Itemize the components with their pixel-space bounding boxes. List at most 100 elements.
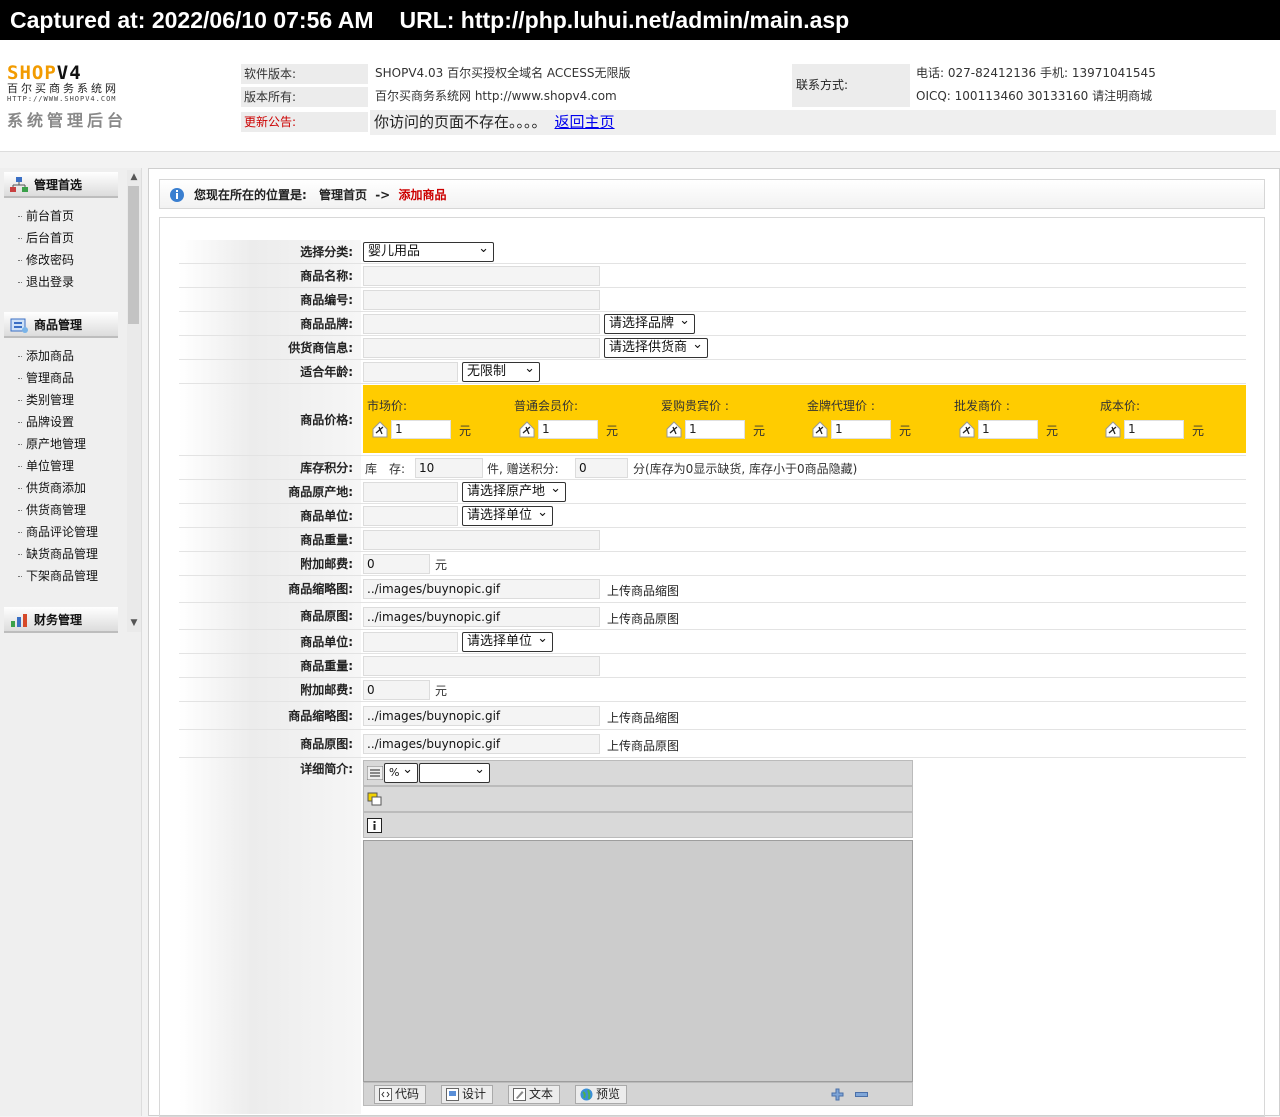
editor-tab-preview[interactable]: 预览 xyxy=(575,1085,628,1104)
editor-content-area[interactable] xyxy=(363,840,913,1082)
brand-input[interactable] xyxy=(363,314,600,334)
scroll-thumb[interactable] xyxy=(128,186,139,324)
menu-item-add-product[interactable]: 添加商品 xyxy=(18,348,74,364)
postage-input-2[interactable]: 0 xyxy=(363,680,430,700)
editor-tab-text[interactable]: 文本 xyxy=(508,1085,561,1104)
unit-select[interactable]: 请选择单位 xyxy=(462,504,553,526)
menu-item-manage-suppliers[interactable]: 供货商管理 xyxy=(18,502,86,518)
menu-item-brands[interactable]: 品牌设置 xyxy=(18,414,74,430)
row-age: 适合年龄: 无限制 xyxy=(179,360,1246,384)
unit-select-2[interactable]: 请选择单位 xyxy=(462,630,553,652)
origin-input[interactable] xyxy=(363,482,458,502)
menu-item-out-of-stock[interactable]: 缺货商品管理 xyxy=(18,546,98,562)
price-cost-input[interactable]: 1 xyxy=(1124,420,1184,439)
price-tag-icon xyxy=(812,421,828,438)
thumbnail-path-input-2[interactable]: ../images/buynopic.gif xyxy=(363,706,600,726)
info-icon[interactable] xyxy=(367,818,382,833)
stock-input[interactable]: 10 xyxy=(415,458,483,478)
age-input[interactable] xyxy=(363,362,458,382)
menu-group-finance[interactable]: 财务管理 xyxy=(4,607,118,633)
price-market-input[interactable]: 1 xyxy=(391,420,451,439)
logo-text-shop: SHOP xyxy=(7,62,57,84)
sitemap-icon xyxy=(10,177,28,192)
postage-input[interactable]: 0 xyxy=(363,554,430,574)
style-select[interactable] xyxy=(419,761,490,783)
menu-item-front-home[interactable]: 前台首页 xyxy=(18,208,74,224)
price-vip: 爱购贵宾价 : 1 元 xyxy=(657,385,803,453)
brand-select[interactable]: 请选择品牌 xyxy=(604,312,695,334)
highlight-color-icon[interactable] xyxy=(367,792,382,806)
detail-label: 详细简介: xyxy=(179,758,361,1114)
price-tag-icon xyxy=(519,421,535,438)
upload-thumbnail-button-2[interactable]: 上传商品缩图 xyxy=(607,709,679,726)
weight-input[interactable] xyxy=(363,530,600,550)
expand-plus-icon[interactable] xyxy=(831,1088,844,1101)
notice-text: 你访问的页面不存在。。。。 xyxy=(374,113,547,131)
menu-item-admin-home[interactable]: 后台首页 xyxy=(18,230,74,246)
menu-item-logout[interactable]: 退出登录 xyxy=(18,274,74,290)
menu-group-finance-title: 财务管理 xyxy=(34,613,83,627)
price-member-label: 普通会员价: xyxy=(514,399,579,413)
name-label: 商品名称: xyxy=(179,264,361,287)
upload-thumbnail-button[interactable]: 上传商品缩图 xyxy=(607,582,679,599)
scroll-up-arrow-icon[interactable]: ▲ xyxy=(127,172,141,182)
collapse-minus-icon[interactable] xyxy=(855,1092,868,1097)
supplier-input[interactable] xyxy=(363,338,600,358)
editor-tab-code[interactable]: 代码 xyxy=(374,1085,427,1104)
original-image-path-input[interactable]: ../images/buynopic.gif xyxy=(363,607,600,627)
points-input[interactable]: 0 xyxy=(575,458,628,478)
editor-tab-design[interactable]: 设计 xyxy=(441,1085,494,1104)
weight-input-2[interactable] xyxy=(363,656,600,676)
menu-item-origins[interactable]: 原产地管理 xyxy=(18,436,86,452)
capture-time: Captured at: 2022/06/10 07:56 AM xyxy=(10,7,374,33)
zoom-select[interactable]: % xyxy=(384,761,418,783)
upload-original-image-button[interactable]: 上传商品原图 xyxy=(607,610,679,627)
menu-item-units[interactable]: 单位管理 xyxy=(18,458,74,474)
original-image-path-input-2[interactable]: ../images/buynopic.gif xyxy=(363,734,600,754)
price-wholesale-label: 批发商价 : xyxy=(954,399,1010,413)
menu-item-categories[interactable]: 类别管理 xyxy=(18,392,74,408)
upload-original-image-button-2[interactable]: 上传商品原图 xyxy=(607,737,679,754)
price-member-input[interactable]: 1 xyxy=(538,420,598,439)
price-market: 市场价: 1 元 xyxy=(363,385,509,453)
age-select[interactable]: 无限制 xyxy=(462,360,540,382)
row-unit: 商品单位: 请选择单位 xyxy=(179,504,1246,528)
menu-item-add-supplier[interactable]: 供货商添加 xyxy=(18,480,86,496)
price-tag-icon xyxy=(666,421,682,438)
paragraph-format-icon[interactable] xyxy=(367,766,383,780)
origin-label: 商品原产地: xyxy=(179,480,361,503)
menu-item-change-password[interactable]: 修改密码 xyxy=(18,252,74,268)
row-thumbnail: 商品缩略图: ../images/buynopic.gif 上传商品缩图 xyxy=(179,576,1246,603)
postage-unit: 元 xyxy=(435,558,448,572)
origin-select[interactable]: 请选择原产地 xyxy=(462,480,566,502)
price-panel: 市场价: 1 元 普通会员价: 1 元 爱购贵宾价 : 1 元 金牌代理价: … xyxy=(363,385,1246,453)
price-vip-input[interactable]: 1 xyxy=(685,420,745,439)
back-home-link[interactable]: 返回主页 xyxy=(555,113,615,131)
product-code-input[interactable] xyxy=(363,290,600,310)
price-cost-label: 成本价: xyxy=(1100,399,1141,413)
menu-item-manage-products[interactable]: 管理商品 xyxy=(18,370,74,386)
code-label: 商品编号: xyxy=(179,288,361,311)
category-select[interactable]: 婴儿用品 xyxy=(363,240,494,262)
menu-item-off-shelf[interactable]: 下架商品管理 xyxy=(18,568,98,584)
row-original-image-2: 商品原图: ../images/buynopic.gif 上传商品原图 xyxy=(179,730,1246,758)
price-gold-agent-input[interactable]: 1 xyxy=(831,420,891,439)
version-label: 软件版本: xyxy=(241,64,368,84)
menu-group-products[interactable]: 商品管理 xyxy=(4,312,118,338)
menu-item-reviews[interactable]: 商品评论管理 xyxy=(18,524,98,540)
version-value: SHOPV4.03 百尔买授权全域名 ACCESS无限版 xyxy=(375,66,631,80)
breadcrumb-home[interactable]: 管理首页 xyxy=(319,188,367,202)
menu-group-home[interactable]: 管理首选 xyxy=(4,172,118,198)
price-market-unit: 元 xyxy=(459,424,472,438)
product-name-input[interactable] xyxy=(363,266,600,286)
weight-label-2: 商品重量: xyxy=(179,654,361,677)
sidebar-scrollbar[interactable]: ▲ ▼ xyxy=(127,170,141,632)
scroll-down-arrow-icon[interactable]: ▼ xyxy=(127,618,141,628)
unit-input[interactable] xyxy=(363,506,458,526)
stock-prefix: 库 存: xyxy=(365,462,406,476)
price-market-label: 市场价: xyxy=(367,399,408,413)
price-wholesale-input[interactable]: 1 xyxy=(978,420,1038,439)
unit-input-2[interactable] xyxy=(363,632,458,652)
supplier-select[interactable]: 请选择供货商 xyxy=(604,336,708,358)
thumbnail-path-input[interactable]: ../images/buynopic.gif xyxy=(363,579,600,599)
